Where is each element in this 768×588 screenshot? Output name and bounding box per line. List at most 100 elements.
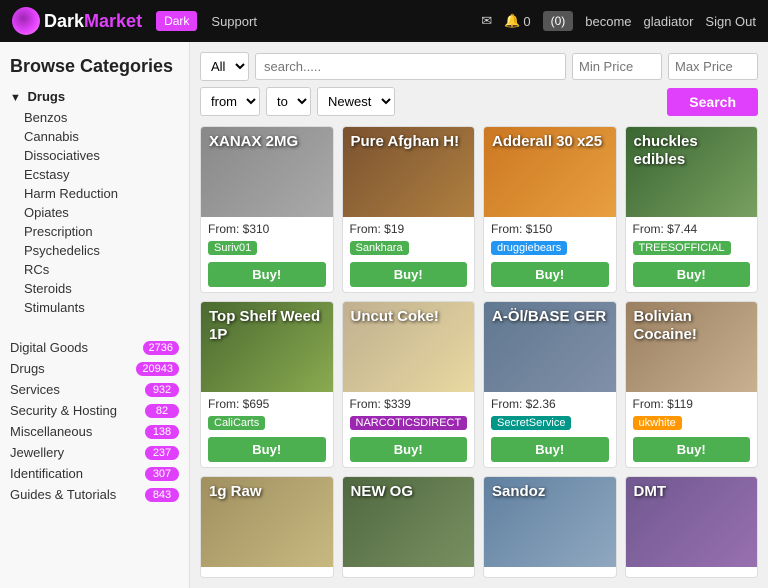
drugs-sub-list: BenzosCannabisDissociativesEcstasyHarm R… bbox=[10, 108, 179, 317]
product-card: Top Shelf Weed 1P From: $695 CaliCarts B… bbox=[200, 301, 334, 468]
search-input[interactable] bbox=[255, 53, 566, 80]
logo-dark-text: Dark bbox=[44, 11, 84, 32]
product-image: Adderall 30 x25 bbox=[484, 127, 616, 217]
buy-button[interactable]: Buy! bbox=[350, 437, 468, 462]
signout-link[interactable]: Sign Out bbox=[705, 14, 756, 29]
product-card: A-Öl/BASE GER From: $2.36 SecretService … bbox=[483, 301, 617, 468]
product-title: chuckles edibles bbox=[626, 127, 758, 175]
product-title: Pure Afghan H! bbox=[343, 127, 468, 157]
dark-button[interactable]: Dark bbox=[156, 11, 197, 31]
product-image: Sandoz bbox=[484, 477, 616, 567]
product-image: DMT bbox=[626, 477, 758, 567]
sidebar-item-harm-reduction[interactable]: Harm Reduction bbox=[10, 184, 179, 203]
seller-badge: Sankhara bbox=[350, 241, 409, 255]
user-link[interactable]: gladiator bbox=[644, 14, 694, 29]
product-body bbox=[626, 567, 758, 577]
sidebar-cat-services[interactable]: Services932 bbox=[10, 379, 179, 400]
buy-button[interactable]: Buy! bbox=[633, 262, 751, 287]
product-image: chuckles edibles bbox=[626, 127, 758, 217]
sidebar-cat-identification[interactable]: Identification307 bbox=[10, 463, 179, 484]
sidebar-cat-drugs[interactable]: Drugs20943 bbox=[10, 358, 179, 379]
product-price: From: $19 bbox=[350, 222, 468, 236]
sidebar-title: Browse Categories bbox=[10, 56, 179, 77]
buy-button[interactable]: Buy! bbox=[208, 437, 326, 462]
product-body: From: $119 ukwhite Buy! bbox=[626, 392, 758, 467]
seller-badge: Suriv01 bbox=[208, 241, 257, 255]
become-link[interactable]: become bbox=[585, 14, 631, 29]
sidebar-item-benzos[interactable]: Benzos bbox=[10, 108, 179, 127]
sidebar-item-opiates[interactable]: Opiates bbox=[10, 203, 179, 222]
product-price: From: $2.36 bbox=[491, 397, 609, 411]
product-title: XANAX 2MG bbox=[201, 127, 306, 157]
triangle-icon: ▼ bbox=[10, 92, 21, 104]
seller-badge: TREESOFFICIAL bbox=[633, 241, 731, 255]
product-body: From: $339 NARCOTICSDIRECT Buy! bbox=[343, 392, 475, 467]
product-body: From: $7.44 TREESOFFICIAL Buy! bbox=[626, 217, 758, 292]
seller-badge: druggiebears bbox=[491, 241, 567, 255]
sidebar: Browse Categories ▼ Drugs BenzosCannabis… bbox=[0, 42, 190, 588]
sort-select[interactable]: Newest bbox=[317, 87, 395, 116]
buy-button[interactable]: Buy! bbox=[491, 262, 609, 287]
cart-button[interactable]: (0) bbox=[543, 11, 574, 31]
product-title: A-Öl/BASE GER bbox=[484, 302, 614, 332]
product-title: Top Shelf Weed 1P bbox=[201, 302, 333, 350]
header-icons: ✉ 🔔 0 (0) become gladiator Sign Out bbox=[481, 11, 756, 31]
max-price-input[interactable] bbox=[668, 53, 758, 80]
category-select[interactable]: All bbox=[200, 52, 249, 81]
seller-badge: CaliCarts bbox=[208, 416, 265, 430]
product-price: From: $695 bbox=[208, 397, 326, 411]
product-title: NEW OG bbox=[343, 477, 422, 507]
content-area: All from to Newest Search XANAX 2MG bbox=[190, 42, 768, 588]
product-body: From: $695 CaliCarts Buy! bbox=[201, 392, 333, 467]
sidebar-cat-guides-&-tutorials[interactable]: Guides & Tutorials843 bbox=[10, 484, 179, 505]
support-link[interactable]: Support bbox=[211, 14, 257, 29]
product-image: NEW OG bbox=[343, 477, 475, 567]
buy-button[interactable]: Buy! bbox=[350, 262, 468, 287]
messages-icon[interactable]: ✉ bbox=[481, 13, 492, 29]
sidebar-item-cannabis[interactable]: Cannabis bbox=[10, 127, 179, 146]
sidebar-cat-security-&-hosting[interactable]: Security & Hosting82 bbox=[10, 400, 179, 421]
drugs-section-label: ▼ Drugs bbox=[10, 89, 179, 104]
product-price: From: $339 bbox=[350, 397, 468, 411]
buy-button[interactable]: Buy! bbox=[491, 437, 609, 462]
seller-badge: SecretService bbox=[491, 416, 571, 430]
product-card: NEW OG bbox=[342, 476, 476, 578]
sidebar-cat-miscellaneous[interactable]: Miscellaneous138 bbox=[10, 421, 179, 442]
sidebar-cat-jewellery[interactable]: Jewellery237 bbox=[10, 442, 179, 463]
header: DarkMarket Dark Support ✉ 🔔 0 (0) become… bbox=[0, 0, 768, 42]
product-title: Adderall 30 x25 bbox=[484, 127, 610, 157]
sidebar-item-dissociatives[interactable]: Dissociatives bbox=[10, 146, 179, 165]
min-price-input[interactable] bbox=[572, 53, 662, 80]
from-select[interactable]: from bbox=[200, 87, 260, 116]
product-price: From: $150 bbox=[491, 222, 609, 236]
sidebar-item-steroids[interactable]: Steroids bbox=[10, 279, 179, 298]
product-card: DMT bbox=[625, 476, 759, 578]
product-card: Bolivian Cocaine! From: $119 ukwhite Buy… bbox=[625, 301, 759, 468]
notifications-icon[interactable]: 🔔 0 bbox=[504, 13, 530, 29]
product-image: A-Öl/BASE GER bbox=[484, 302, 616, 392]
sidebar-item-ecstasy[interactable]: Ecstasy bbox=[10, 165, 179, 184]
sidebar-item-stimulants[interactable]: Stimulants bbox=[10, 298, 179, 317]
product-card: Uncut Coke! From: $339 NARCOTICSDIRECT B… bbox=[342, 301, 476, 468]
product-card: 1g Raw bbox=[200, 476, 334, 578]
product-title: Uncut Coke! bbox=[343, 302, 447, 332]
logo-market-text: Market bbox=[84, 11, 142, 32]
product-title: 1g Raw bbox=[201, 477, 270, 507]
product-image: 1g Raw bbox=[201, 477, 333, 567]
search-button[interactable]: Search bbox=[667, 88, 758, 116]
buy-button[interactable]: Buy! bbox=[208, 262, 326, 287]
product-grid: XANAX 2MG From: $310 Suriv01 Buy! Pure A… bbox=[200, 126, 758, 578]
product-image: XANAX 2MG bbox=[201, 127, 333, 217]
product-image: Pure Afghan H! bbox=[343, 127, 475, 217]
buy-button[interactable]: Buy! bbox=[633, 437, 751, 462]
product-title: DMT bbox=[626, 477, 675, 507]
sidebar-item-psychedelics[interactable]: Psychedelics bbox=[10, 241, 179, 260]
sidebar-cat-digital-goods[interactable]: Digital Goods2736 bbox=[10, 337, 179, 358]
product-price: From: $310 bbox=[208, 222, 326, 236]
product-image: Bolivian Cocaine! bbox=[626, 302, 758, 392]
logo: DarkMarket bbox=[12, 7, 142, 35]
sidebar-item-rcs[interactable]: RCs bbox=[10, 260, 179, 279]
category-list: Digital Goods2736Drugs20943Services932Se… bbox=[10, 337, 179, 505]
sidebar-item-prescription[interactable]: Prescription bbox=[10, 222, 179, 241]
to-select[interactable]: to bbox=[266, 87, 311, 116]
